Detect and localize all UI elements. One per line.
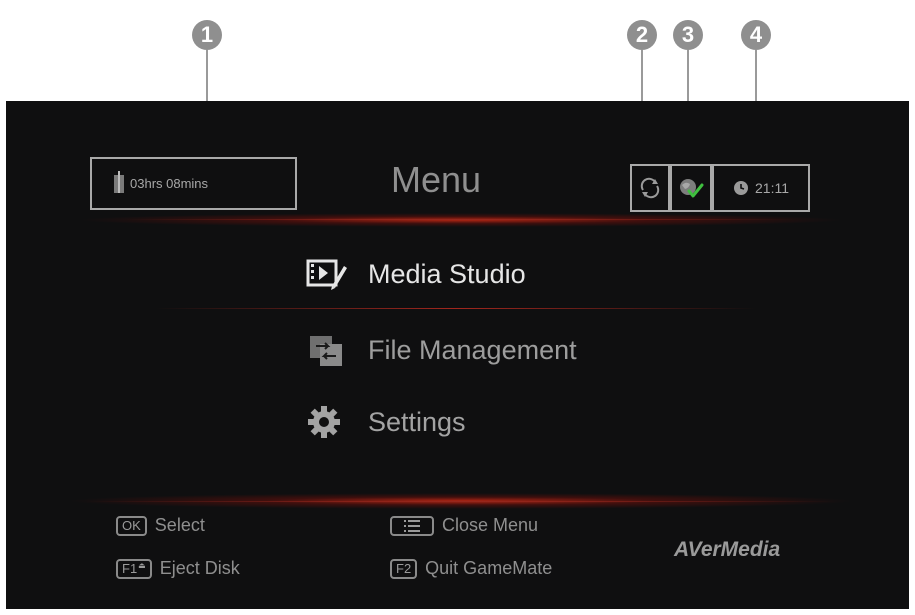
menu-item-label: Settings bbox=[368, 406, 466, 437]
gear-icon bbox=[308, 406, 340, 438]
menu-key bbox=[390, 515, 434, 536]
hint-label: Eject Disk bbox=[159, 558, 240, 578]
menu-item-label: File Management bbox=[368, 334, 577, 365]
menu-item-label: Media Studio bbox=[368, 258, 526, 289]
hint-label: Select bbox=[154, 515, 205, 535]
clock-time: 21:11 bbox=[755, 180, 789, 196]
hint-label: Close Menu bbox=[442, 515, 539, 535]
callout-2: 2 bbox=[627, 20, 657, 50]
callout-4: 4 bbox=[741, 20, 771, 50]
hint-quit-gamemate: F2 Quit GameMate bbox=[390, 558, 552, 579]
hint-select: OK Select bbox=[116, 515, 205, 536]
hint-label: Quit GameMate bbox=[425, 558, 553, 578]
f2-key: F2 bbox=[390, 558, 418, 579]
menu-item-media-studio[interactable]: Media Studio bbox=[306, 256, 526, 292]
ok-key: OK bbox=[116, 515, 147, 536]
menu-title: Menu bbox=[390, 159, 482, 200]
recording-time-indicator: 03hrs 08mins bbox=[90, 157, 297, 210]
file-management-icon bbox=[310, 336, 342, 366]
sync-icon bbox=[640, 177, 660, 199]
sync-status-indicator bbox=[630, 164, 670, 212]
avermedia-logo: AVerMedia bbox=[674, 538, 781, 561]
selected-item-underline bbox=[156, 308, 756, 309]
menu-item-file-management[interactable]: File Management bbox=[306, 332, 577, 368]
page: 1 2 3 4 03hrs 08mins Menu 21:11 Media St… bbox=[0, 0, 915, 615]
clock-icon bbox=[734, 181, 748, 195]
recording-time-text: 03hrs 08mins bbox=[130, 176, 209, 191]
top-glow-divider bbox=[76, 213, 846, 227]
menu-item-settings[interactable]: Settings bbox=[306, 404, 466, 440]
hint-close-menu: Close Menu bbox=[390, 515, 538, 536]
top-divider-line bbox=[126, 219, 796, 220]
callout-3: 3 bbox=[673, 20, 703, 50]
bottom-divider-line bbox=[86, 501, 836, 502]
usb-drive-icon bbox=[114, 170, 124, 193]
f1-key-label: F1 bbox=[122, 560, 138, 576]
eject-icon: ⏏ bbox=[138, 560, 146, 570]
callout-1: 1 bbox=[192, 20, 222, 50]
media-studio-icon bbox=[306, 259, 347, 290]
hint-eject-disk: F1 ⏏ Eject Disk bbox=[116, 558, 240, 579]
clock-indicator: 21:11 bbox=[712, 164, 810, 212]
menu-list-icon bbox=[404, 519, 420, 532]
network-check-icon bbox=[680, 179, 704, 198]
f1-key: F1 ⏏ bbox=[116, 558, 152, 579]
network-status-indicator bbox=[670, 164, 712, 212]
menu-screen: 03hrs 08mins Menu 21:11 Media Studio Fil… bbox=[6, 101, 909, 609]
